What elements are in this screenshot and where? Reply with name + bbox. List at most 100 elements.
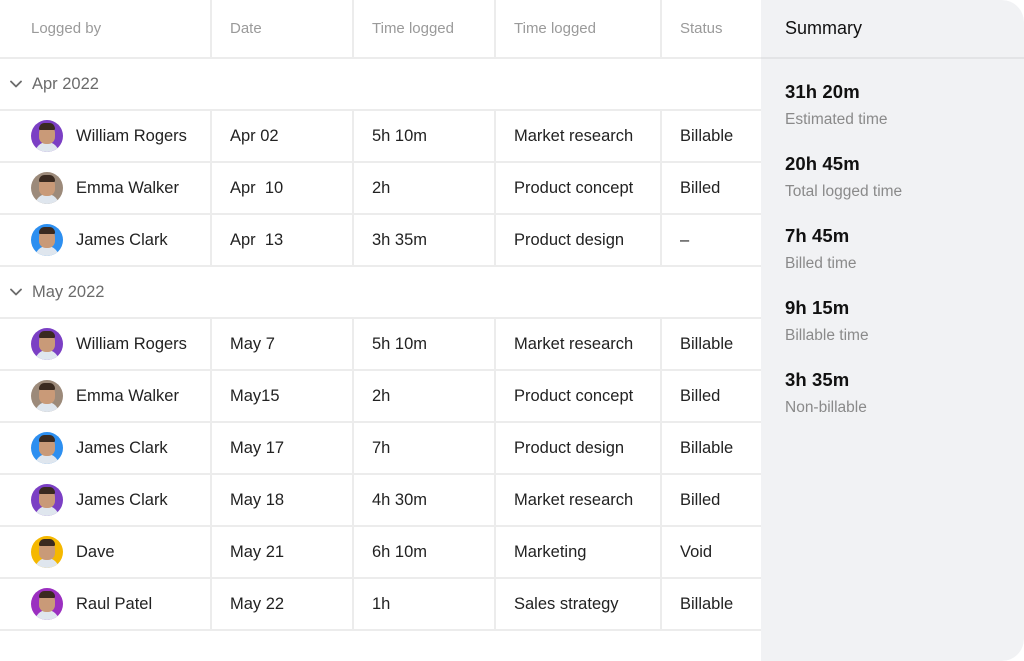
status-cell: Billed [680, 490, 721, 509]
status-cell: Billed [680, 386, 721, 405]
summary-stat: 20h 45m Total logged time [761, 153, 1024, 201]
table-row[interactable]: Raul Patel May 22 1h Sales strategy Billable [0, 579, 761, 631]
task-cell: Product design [496, 423, 662, 473]
table-body: Apr 2022 William Rogers Apr 02 5h 10m Market… [0, 59, 761, 631]
table-row[interactable]: Emma Walker Apr 10 2h Product concept Billed [0, 163, 761, 215]
time-cell: 2h [354, 371, 496, 421]
user-name: James Clark [76, 230, 168, 249]
group-header[interactable]: May 2022 [0, 267, 761, 319]
group-label: May 2022 [32, 282, 105, 301]
time-cell: 6h 10m [354, 527, 496, 577]
task-cell: Market research [496, 475, 662, 525]
avatar [31, 536, 63, 568]
time-cell: 1h [354, 579, 496, 629]
chevron-down-icon[interactable] [9, 77, 23, 91]
logged-by-cell: Raul Patel [0, 579, 212, 629]
column-header-task[interactable]: Time logged [496, 0, 662, 57]
column-header-status[interactable]: Status [662, 0, 761, 57]
stat-value: 7h 45m [785, 225, 850, 246]
time-cell: 4h 30m [354, 475, 496, 525]
status-cell: Billable [680, 126, 734, 145]
group-label: Apr 2022 [32, 74, 99, 93]
table-header: Logged by Date Time logged Time logged S… [0, 0, 761, 59]
table-row[interactable]: James Clark May 18 4h 30m Market research Bi… [0, 475, 761, 527]
stat-label: Non-billable [785, 399, 867, 416]
status-cell: Billed [680, 178, 721, 197]
task-cell: Product concept [496, 163, 662, 213]
group-header[interactable]: Apr 2022 [0, 59, 761, 111]
logged-by-cell: James Clark [0, 423, 212, 473]
summary-stat: 7h 45m Billed time [761, 225, 1024, 273]
logged-by-cell: James Clark [0, 475, 212, 525]
logged-by-cell: William Rogers [0, 111, 212, 161]
table-row[interactable]: Emma Walker May15 2h Product concept Billed [0, 371, 761, 423]
user-name: William Rogers [76, 126, 187, 145]
status-cell: – [680, 230, 690, 249]
summary-stat: 9h 15m Billable time [761, 297, 1024, 345]
stat-label: Estimated time [785, 111, 888, 128]
stat-value: 3h 35m [785, 369, 850, 390]
date-cell: Apr 10 [212, 163, 354, 213]
logged-by-cell: Dave [0, 527, 212, 577]
task-cell: Sales strategy [496, 579, 662, 629]
avatar [31, 380, 63, 412]
status-cell: Billable [680, 594, 734, 613]
logged-by-cell: William Rogers [0, 319, 212, 369]
stat-value: 9h 15m [785, 297, 850, 318]
stat-label: Total logged time [785, 183, 903, 200]
time-log-table: Logged by Date Time logged Time logged S… [0, 0, 761, 661]
table-row[interactable]: Dave May 21 6h 10m Marketing Void [0, 527, 761, 579]
stat-value: 20h 45m [785, 153, 860, 174]
stat-label: Billed time [785, 255, 857, 272]
date-cell: May 7 [212, 319, 354, 369]
time-cell: 5h 10m [354, 319, 496, 369]
column-header-time-logged[interactable]: Time logged [354, 0, 496, 57]
task-cell: Product design [496, 215, 662, 265]
task-cell: Market research [496, 111, 662, 161]
user-name: James Clark [76, 490, 168, 509]
column-header-date[interactable]: Date [212, 0, 354, 57]
time-cell: 7h [354, 423, 496, 473]
stat-label: Billable time [785, 327, 869, 344]
table-row[interactable]: William Rogers Apr 02 5h 10m Market researc… [0, 111, 761, 163]
date-cell: May15 [212, 371, 354, 421]
avatar [31, 224, 63, 256]
user-name: James Clark [76, 438, 168, 457]
summary-stat: 3h 35m Non-billable [761, 369, 1024, 417]
summary-title: Summary [761, 0, 1024, 59]
summary-stats: 31h 20m Estimated time 20h 45m Total logged… [761, 81, 1024, 417]
avatar [31, 432, 63, 464]
task-cell: Market research [496, 319, 662, 369]
date-cell: Apr 13 [212, 215, 354, 265]
time-log-card: Logged by Date Time logged Time logged S… [0, 0, 1024, 661]
summary-stat: 31h 20m Estimated time [761, 81, 1024, 129]
column-header-logged-by[interactable]: Logged by [0, 0, 212, 57]
user-name: Emma Walker [76, 386, 179, 405]
time-cell: 3h 35m [354, 215, 496, 265]
stat-value: 31h 20m [785, 81, 860, 102]
avatar [31, 328, 63, 360]
logged-by-cell: Emma Walker [0, 371, 212, 421]
logged-by-cell: James Clark [0, 215, 212, 265]
avatar [31, 172, 63, 204]
table-row[interactable]: William Rogers May 7 5h 10m Market research… [0, 319, 761, 371]
task-cell: Marketing [496, 527, 662, 577]
date-cell: May 17 [212, 423, 354, 473]
status-cell: Billable [680, 334, 734, 353]
date-cell: May 18 [212, 475, 354, 525]
date-cell: May 22 [212, 579, 354, 629]
summary-panel: Summary 31h 20m Estimated time 20h 45m Tota… [761, 0, 1024, 661]
table-row[interactable]: James Clark Apr 13 3h 35m Product design – [0, 215, 761, 267]
table-row[interactable]: James Clark May 17 7h Product design Billabl… [0, 423, 761, 475]
date-cell: May 21 [212, 527, 354, 577]
status-cell: Billable [680, 438, 734, 457]
user-name: Dave [76, 542, 115, 561]
user-name: William Rogers [76, 334, 187, 353]
task-cell: Product concept [496, 371, 662, 421]
logged-by-cell: Emma Walker [0, 163, 212, 213]
avatar [31, 484, 63, 516]
avatar [31, 120, 63, 152]
time-cell: 2h [354, 163, 496, 213]
chevron-down-icon[interactable] [9, 285, 23, 299]
avatar [31, 588, 63, 620]
